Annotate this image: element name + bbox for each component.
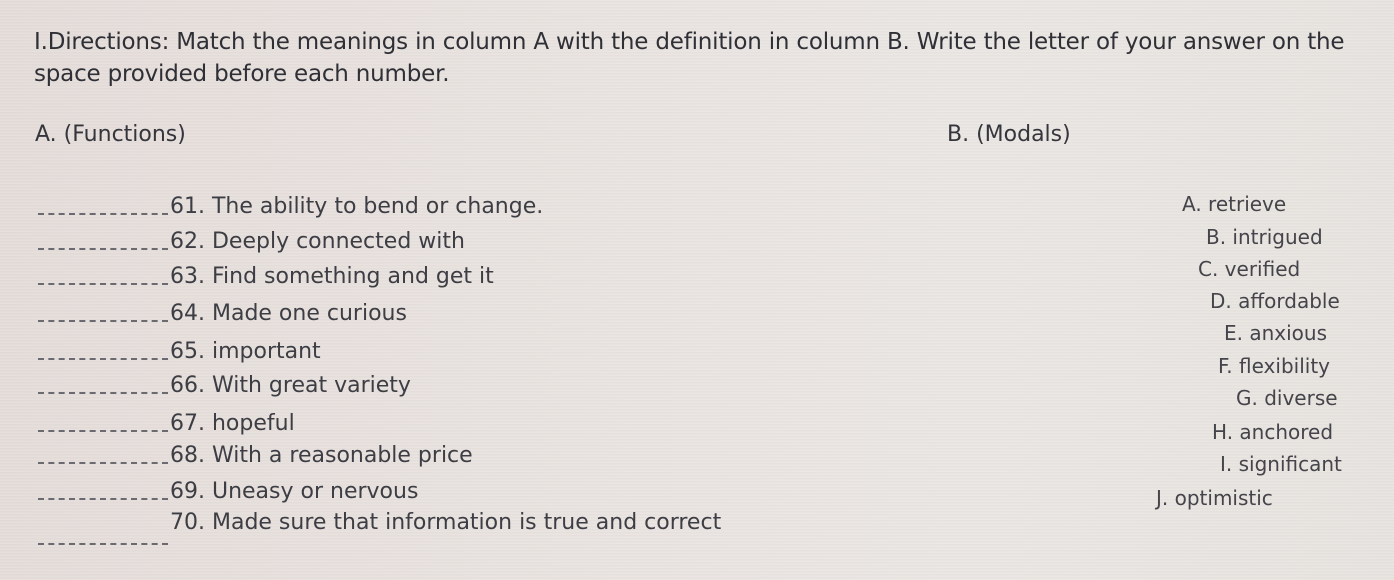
option-d: D. affordable (1210, 289, 1340, 313)
option-h: H. anchored (1212, 420, 1334, 444)
worksheet-page: I.Directions: Match the meanings in colu… (0, 0, 1394, 580)
option-i: I. significant (1220, 452, 1342, 476)
question-64: 64. Made one curious (38, 301, 407, 326)
option-f: F. flexibility (1218, 354, 1330, 378)
question-text: 67. hopeful (170, 411, 295, 436)
question-70: 70. Made sure that information is true a… (38, 510, 722, 545)
question-67: 67. hopeful (38, 411, 295, 436)
option-e: E. anxious (1224, 321, 1328, 345)
question-text: 68. With a reasonable price (170, 443, 473, 468)
question-text: 61. The ability to bend or change. (170, 194, 544, 219)
answer-blank[interactable] (38, 213, 168, 215)
answer-blank[interactable] (38, 320, 168, 322)
question-text: 65. important (170, 339, 321, 364)
answer-blank[interactable] (38, 430, 168, 432)
question-66: 66. With great variety (38, 373, 411, 398)
column-a-heading: A. (Functions) (35, 122, 186, 147)
answer-blank[interactable] (38, 392, 168, 394)
option-b: B. intrigued (1206, 225, 1323, 249)
column-b-heading: B. (Modals) (947, 122, 1071, 147)
answer-blank[interactable] (38, 462, 168, 464)
question-text: 62. Deeply connected with (170, 229, 465, 254)
question-text: 70. Made sure that information is true a… (170, 510, 722, 535)
question-text: 63. Find something and get it (170, 264, 494, 289)
answer-blank[interactable] (38, 498, 168, 500)
option-j: J. optimistic (1156, 486, 1273, 510)
question-text: 66. With great variety (170, 373, 411, 398)
answer-blank[interactable] (38, 248, 168, 250)
answer-blank[interactable] (38, 543, 168, 545)
question-63: 63. Find something and get it (38, 264, 494, 289)
option-g: G. diverse (1236, 386, 1338, 410)
option-a: A. retrieve (1182, 192, 1287, 216)
question-65: 65. important (38, 339, 321, 364)
question-69: 69. Uneasy or nervous (38, 479, 418, 504)
question-text: 69. Uneasy or nervous (170, 479, 419, 504)
answer-blank[interactable] (38, 283, 168, 285)
question-61: 61. The ability to bend or change. (38, 194, 543, 219)
question-68: 68. With a reasonable price (38, 443, 473, 468)
answer-blank[interactable] (38, 358, 168, 360)
question-text: 64. Made one curious (170, 301, 407, 326)
question-62: 62. Deeply connected with (38, 229, 465, 254)
directions-text: I.Directions: Match the meanings in colu… (34, 29, 1345, 87)
option-c: C. verified (1198, 257, 1301, 281)
